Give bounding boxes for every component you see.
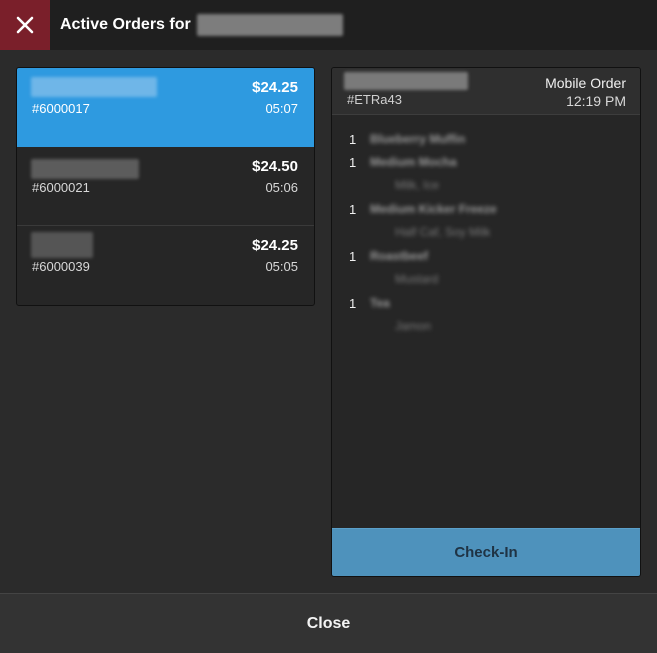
order-card[interactable]: $24.50 #6000021 05:06 [17,147,314,226]
item-modifier: Milk, Ice [332,174,640,198]
redacted-customer-name [31,232,93,258]
item-quantity: 1 [349,132,357,147]
item-name: Tea [370,296,390,310]
redacted-customer-name [31,159,139,179]
list-item: 1 Tea [332,292,640,315]
item-modifier: Jamon [332,315,640,339]
list-item: 1 Roastbeef [332,245,640,268]
redacted-location-name [196,14,343,36]
item-name: Medium Kicker Freeze [370,202,497,216]
item-quantity: 1 [349,249,357,264]
modifier-text: Jamon [395,319,432,333]
order-card[interactable]: $24.25 #6000039 05:05 [17,226,314,305]
order-price: $24.25 [252,237,298,254]
order-time: 05:05 [265,259,298,274]
modifier-text: Milk, Ice [395,178,440,192]
item-modifier: Mustard [332,268,640,292]
order-detail-panel: #ETRa43 Mobile Order 12:19 PM 1 Blueberr… [331,67,641,577]
item-quantity: 1 [349,296,357,311]
close-button-label: Close [306,614,351,632]
item-quantity: 1 [349,155,357,170]
order-items-list: 1 Blueberry Muffin 1 Medium Mocha Milk, … [332,128,640,339]
order-time: 05:06 [265,180,298,195]
order-placed-time: 12:19 PM [566,93,626,109]
order-number: #6000021 [32,180,90,195]
order-detail-header: #ETRa43 Mobile Order 12:19 PM [332,68,640,115]
header-bar: Active Orders for [0,0,657,50]
item-name: Roastbeef [370,249,429,263]
redacted-customer-name [31,77,157,97]
orders-list: $24.25 #6000017 05:07 $24.50 #6000021 05… [16,67,315,306]
item-quantity: 1 [349,202,357,217]
item-name: Medium Mocha [370,155,457,169]
order-type: Mobile Order [545,75,626,91]
redacted-customer-name [344,72,468,90]
page-title: Active Orders for [60,16,191,33]
list-item: 1 Blueberry Muffin [332,128,640,151]
order-card[interactable]: $24.25 #6000017 05:07 [17,68,314,147]
order-price: $24.25 [252,79,298,96]
order-code: #ETRa43 [347,92,402,107]
item-name: Blueberry Muffin [370,132,466,146]
modifier-text: Half Caf, Soy Milk [395,225,491,239]
order-price: $24.50 [252,158,298,175]
close-button[interactable]: Close [0,593,657,653]
order-number: #6000039 [32,259,90,274]
order-number: #6000017 [32,101,90,116]
item-modifier: Half Caf, Soy Milk [332,221,640,245]
check-in-button[interactable]: Check-In [332,528,640,576]
close-x-button[interactable] [0,0,50,50]
order-time: 05:07 [265,101,298,116]
x-icon [16,16,34,34]
modifier-text: Mustard [395,272,439,286]
list-item: 1 Medium Kicker Freeze [332,198,640,221]
list-item: 1 Medium Mocha [332,151,640,174]
